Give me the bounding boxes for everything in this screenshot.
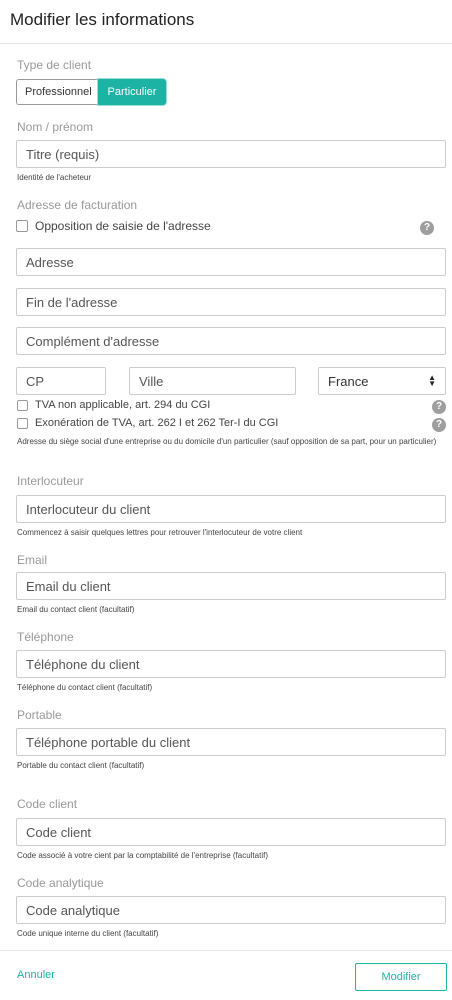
phone-label: Téléphone — [17, 630, 74, 644]
billing-help: Adresse du siège social d'une entreprise… — [17, 437, 437, 446]
name-input[interactable] — [16, 140, 446, 168]
footer-divider — [0, 950, 452, 951]
client-type-toggle: Professionnel Particulier — [16, 79, 166, 105]
address-end-input[interactable] — [16, 288, 446, 316]
client-code-input[interactable] — [16, 818, 446, 846]
vat-not-applicable-label: TVA non applicable, art. 294 du CGI — [35, 399, 211, 411]
question-circle-icon[interactable]: ? — [432, 400, 446, 414]
question-circle-icon[interactable]: ? — [432, 418, 446, 432]
chevron-up-down-icon: ▲ ▼ — [428, 373, 436, 388]
page-title: Modifier les informations — [10, 10, 195, 29]
vat-not-applicable-checkbox[interactable]: TVA non applicable, art. 294 du CGI — [17, 399, 210, 411]
checkbox-box[interactable] — [16, 220, 28, 232]
email-input[interactable] — [16, 572, 446, 600]
contact-input[interactable] — [16, 495, 446, 523]
billing-label: Adresse de facturation — [17, 198, 138, 212]
dialog-header: Modifier les informations — [0, 0, 452, 44]
mobile-input[interactable] — [16, 728, 446, 756]
client-type-label: Type de client — [17, 58, 92, 72]
contact-label: Interlocuteur — [17, 474, 84, 488]
city-input[interactable] — [129, 367, 296, 395]
country-value: France — [328, 373, 369, 389]
name-label: Nom / prénom — [17, 120, 94, 134]
vat-exemption-checkbox[interactable]: Exonération de TVA, art. 262 I et 262 Te… — [17, 417, 278, 429]
question-circle-icon[interactable]: ? — [420, 221, 434, 235]
email-help: Email du contact client (facultatif) — [17, 605, 135, 614]
phone-input[interactable] — [16, 650, 446, 678]
address-opposition-checkbox[interactable]: Opposition de saisie de l'adresse — [16, 219, 211, 233]
country-select[interactable]: France ▲ ▼ — [318, 367, 446, 395]
analytic-code-label: Code analytique — [17, 876, 104, 890]
professional-option[interactable]: Professionnel — [16, 79, 98, 105]
address-complement-input[interactable] — [16, 327, 446, 355]
individual-option[interactable]: Particulier — [98, 79, 166, 105]
analytic-code-help: Code unique interne du client (facultati… — [17, 929, 159, 938]
name-help: Identité de l'acheteur — [17, 173, 92, 182]
checkbox-box[interactable] — [17, 417, 28, 429]
client-code-help: Code associé à votre cient par la compta… — [17, 851, 268, 860]
checkbox-box[interactable] — [17, 399, 28, 411]
email-label: Email — [17, 553, 48, 567]
address-input[interactable] — [16, 248, 446, 276]
contact-help: Commencez à saisir quelques lettres pour… — [17, 528, 303, 537]
cancel-link[interactable]: Annuler — [17, 969, 55, 981]
client-code-label: Code client — [17, 797, 78, 811]
mobile-help: Portable du contact client (facultatif) — [17, 761, 145, 770]
zip-input[interactable] — [16, 367, 106, 395]
vat-exemption-label: Exonération de TVA, art. 262 I et 262 Te… — [35, 417, 279, 429]
phone-help: Téléphone du contact client (facultatif) — [17, 683, 153, 692]
analytic-code-input[interactable] — [16, 896, 446, 924]
mobile-label: Portable — [17, 708, 62, 722]
submit-button[interactable]: Modifier — [355, 963, 447, 991]
address-opposition-label: Opposition de saisie de l'adresse — [35, 219, 211, 233]
